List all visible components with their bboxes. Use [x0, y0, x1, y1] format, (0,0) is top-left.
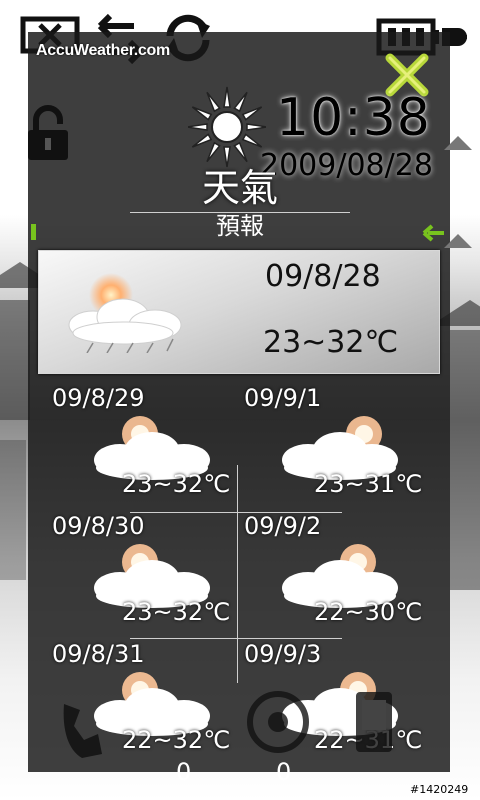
dialpad-icon[interactable]: [246, 690, 310, 754]
watermark-id: #1420249: [410, 783, 469, 796]
forecast-date: 09/8/29: [52, 384, 145, 412]
messages-count: 0: [276, 758, 292, 786]
forecast-temperature: 23~31℃: [314, 470, 423, 498]
phone-handset-icon[interactable]: [58, 700, 106, 760]
widget-subtitle: 預報: [216, 212, 264, 240]
forecast-date: 09/9/1: [244, 384, 322, 412]
sun-icon: [188, 86, 266, 168]
partly-cloudy-rain-icon: [68, 273, 182, 353]
forecast-day-2[interactable]: 09/9/1 23~31℃: [244, 384, 434, 512]
forecast-date: 09/8/31: [52, 640, 145, 668]
lock-icon[interactable]: [26, 104, 70, 162]
forecast-day-3[interactable]: 09/8/30 23~32℃: [52, 512, 242, 640]
today-forecast-card[interactable]: 09/8/28 23~32℃: [38, 250, 440, 374]
forecast-day[interactable]: 09/8/29 23~32℃: [52, 384, 242, 512]
forecast-temperature: 23~32℃: [122, 598, 231, 626]
forecast-temperature: 22~30℃: [314, 598, 423, 626]
forecast-date: 09/9/3: [244, 640, 322, 668]
scroll-up-arrow-icon[interactable]: [444, 136, 472, 150]
accuweather-logo[interactable]: AccuWeather.com: [36, 42, 170, 60]
forecast-day-4[interactable]: 09/9/2 22~30℃: [244, 512, 434, 640]
clock-time: 10:38: [276, 88, 431, 148]
forecast-date: 09/9/2: [244, 512, 322, 540]
forecast-temperature: 23~32℃: [122, 470, 231, 498]
today-date: 09/8/28: [265, 259, 381, 294]
missed-calls-count: 0: [176, 758, 192, 786]
back-arrow-icon[interactable]: [422, 224, 446, 242]
widget-title: 天氣: [201, 166, 278, 210]
bottom-shortcut-bar: 0 0: [28, 690, 450, 786]
page-indicator: [31, 224, 36, 240]
today-temperature: 23~32℃: [263, 325, 399, 360]
scroll-up-arrow-icon-2[interactable]: [444, 234, 472, 248]
mobile-phone-icon[interactable]: [352, 690, 396, 756]
forecast-date: 09/8/30: [52, 512, 145, 540]
